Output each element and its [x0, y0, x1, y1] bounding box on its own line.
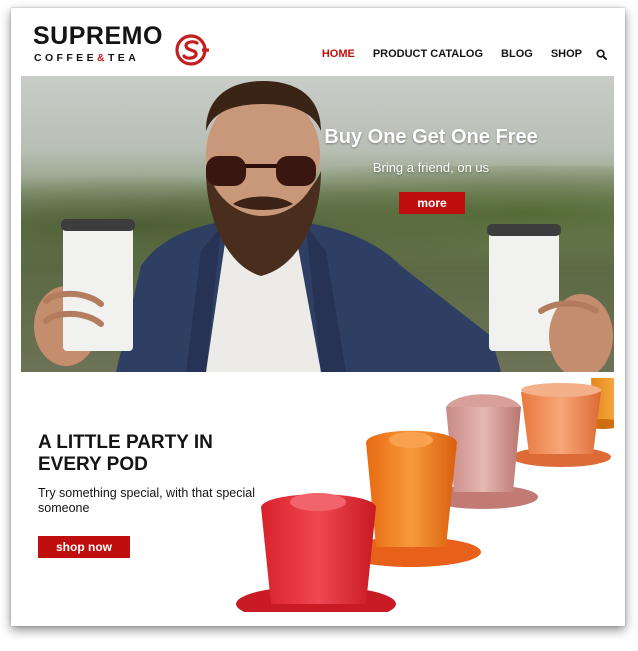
- nav-blog[interactable]: BLOG: [501, 48, 533, 60]
- logo-ampersand: &: [97, 52, 108, 64]
- promo-section: A LITTLE PARTY IN EVERY POD Try somethin…: [21, 372, 614, 612]
- search-icon[interactable]: [596, 48, 607, 60]
- coffee-pods-image: [236, 378, 614, 612]
- more-button[interactable]: more: [399, 192, 465, 214]
- nav-product-catalog[interactable]: PRODUCT CATALOG: [373, 48, 483, 60]
- hero-subtitle: Bring a friend, on us: [372, 160, 490, 175]
- shop-now-button[interactable]: shop now: [38, 536, 130, 558]
- page-frame: SUPREMO COFFEE&TEA HOME PRODUCT CATALOG …: [11, 8, 625, 626]
- logo-sub-right: TEA: [107, 52, 140, 64]
- nav-home[interactable]: HOME: [322, 48, 355, 60]
- main-nav: HOME PRODUCT CATALOG BLOG SHOP: [304, 48, 607, 60]
- hero-banner: Buy One Get One Free Bring a friend, on …: [21, 76, 614, 372]
- logo-sub-left: COFFEE: [34, 52, 97, 64]
- hero-photo: [34, 81, 613, 372]
- site-header: SUPREMO COFFEE&TEA HOME PRODUCT CATALOG …: [11, 8, 625, 76]
- nav-shop[interactable]: SHOP: [551, 48, 582, 60]
- logo-mark-icon: [175, 34, 209, 66]
- hero-title: Buy One Get One Free: [324, 126, 538, 148]
- logo-tagline: COFFEE&TEA: [34, 52, 139, 64]
- logo-name: SUPREMO: [33, 22, 163, 50]
